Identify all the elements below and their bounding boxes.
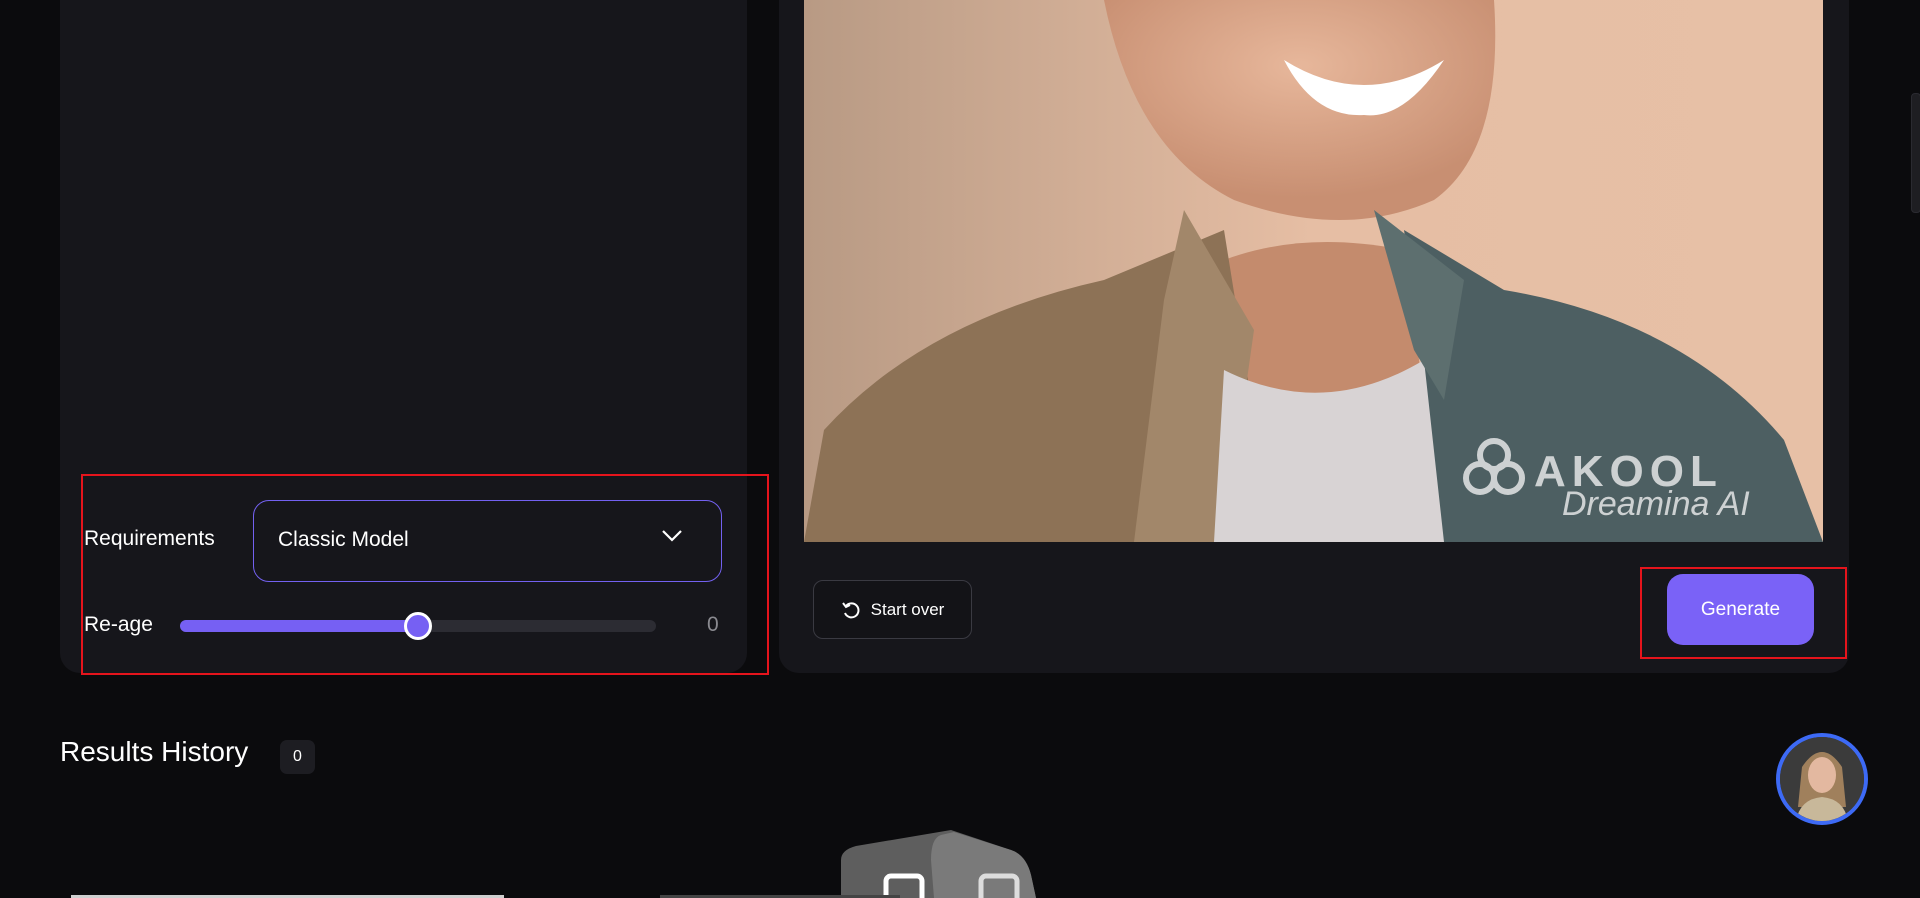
chevron-down-icon — [662, 530, 682, 542]
results-count-badge: 0 — [280, 740, 315, 774]
empty-results-icon — [841, 830, 1036, 898]
results-history-title: Results History — [60, 736, 249, 767]
support-avatar-button[interactable] — [1776, 733, 1868, 825]
svg-text:Dreamina AI: Dreamina AI — [1562, 485, 1750, 523]
reage-label: Re-age — [84, 613, 153, 636]
model-select[interactable]: Classic Model — [253, 500, 722, 582]
model-select-value: Classic Model — [278, 528, 409, 551]
generate-button[interactable]: Generate — [1667, 574, 1814, 645]
page-scrollbar[interactable] — [1911, 93, 1920, 213]
undo-icon — [841, 601, 860, 618]
reage-slider-fill — [180, 620, 418, 632]
start-over-button[interactable]: Start over — [813, 580, 972, 639]
start-over-label: Start over — [870, 599, 945, 619]
reage-slider[interactable] — [180, 612, 656, 640]
reage-slider-thumb[interactable] — [404, 612, 432, 640]
avatar-icon — [1780, 737, 1864, 821]
reage-value: 0 — [707, 613, 719, 636]
requirements-label: Requirements — [84, 527, 215, 550]
preview-image: AKOOL Dreamina AI — [804, 0, 1823, 542]
generate-label: Generate — [1700, 598, 1781, 620]
